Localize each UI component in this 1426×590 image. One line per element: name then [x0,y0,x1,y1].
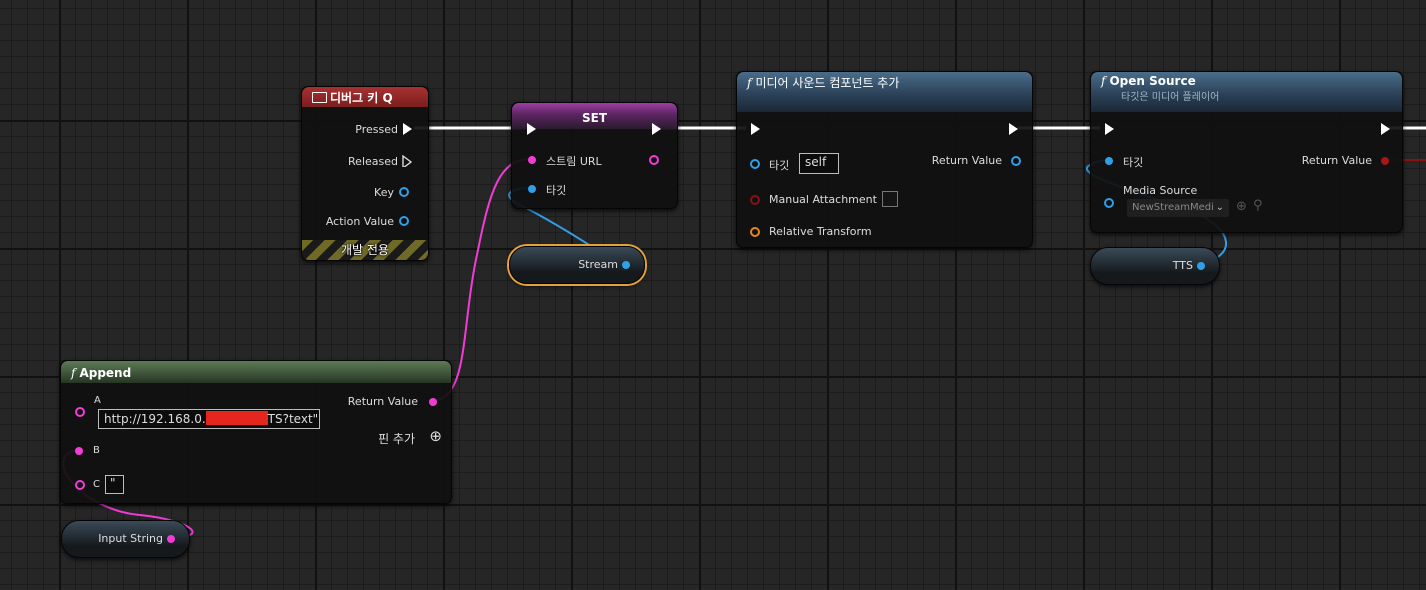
redaction-block [205,411,268,425]
action-value-label: Action Value [325,215,394,228]
pressed-exec-pin[interactable] [403,123,412,135]
add-media-target-pin[interactable] [750,159,760,169]
add-media-return-pin[interactable] [1011,156,1021,166]
relative-transform-label: Relative Transform [769,225,872,238]
append-header[interactable]: f Append [61,361,451,383]
add-media-exec-out-pin[interactable] [1009,123,1018,135]
add-media-target-field[interactable]: self [799,153,839,174]
key-pin[interactable] [399,187,409,197]
open-source-node[interactable]: f Open Source 타깃은 미디어 플레이어 타깃 Return Valu… [1090,71,1403,233]
media-source-pin[interactable] [1104,198,1114,208]
media-source-label: Media Source [1123,184,1198,197]
relative-transform-pin[interactable] [750,227,760,237]
key-label: Key [374,186,394,199]
dev-only-footer: 개발 전용 [302,240,428,260]
debug-key-header[interactable]: 디버그 키 Q [302,87,428,107]
set-target-label: 타깃 [546,184,567,197]
append-c-field[interactable]: " [105,475,124,494]
append-b-label: B [93,445,100,456]
manual-attachment-checkbox[interactable] [882,191,898,207]
set-exec-out-pin[interactable] [652,123,661,135]
add-pin-icon[interactable]: ⊕ [429,427,442,445]
input-string-label: Input String [98,532,163,545]
open-source-title: Open Source [1109,74,1196,88]
open-source-return-label: Return Value [1301,154,1372,167]
action-value-pin[interactable] [399,216,409,226]
search-icon[interactable]: ⚲ [1253,198,1263,213]
append-c-pin[interactable] [75,480,85,490]
append-b-pin[interactable] [75,447,83,455]
add-media-title: 미디어 사운드 컴포넌트 추가 [755,76,900,90]
function-icon: f [71,366,76,380]
manual-attachment-pin[interactable] [750,195,760,205]
set-exec-in-pin[interactable] [527,123,536,135]
open-source-return-pin[interactable] [1381,157,1389,165]
set-title: SET [581,111,608,125]
add-pin-label[interactable]: 핀 추가 [378,430,415,447]
add-media-header[interactable]: f 미디어 사운드 컴포넌트 추가 [737,72,1032,112]
input-string-out-pin[interactable] [167,535,175,543]
keyboard-icon [312,92,327,103]
append-c-label: C [93,479,100,490]
add-media-target-label: 타깃 [769,159,790,172]
released-label: Released [348,155,398,168]
append-return-pin[interactable] [429,398,437,406]
add-media-return-label: Return Value [931,154,1002,167]
set-target-pin[interactable] [528,185,536,193]
stream-variable-node[interactable]: Stream [509,246,645,284]
append-title: Append [79,366,132,380]
open-source-exec-in-pin[interactable] [1105,123,1114,135]
media-source-dropdown[interactable]: NewStreamMedi ⌄ [1127,199,1229,217]
debug-key-title: 디버그 키 Q [330,91,393,105]
pressed-label: Pressed [355,123,398,136]
append-a-value-prefix: http://192.168.0. [104,412,206,426]
append-a-field[interactable]: http://192.168.0. TS?text" [98,409,320,429]
add-media-sound-component-node[interactable]: f 미디어 사운드 컴포넌트 추가 타깃 self Return Value Ma… [736,71,1033,248]
input-string-variable-node[interactable]: Input String [61,520,190,558]
dev-only-label: 개발 전용 [341,243,389,257]
stream-label: Stream [578,258,618,271]
open-source-header[interactable]: f Open Source 타깃은 미디어 플레이어 [1091,72,1402,112]
open-source-subtitle: 타깃은 미디어 플레이어 [1121,92,1220,103]
stream-out-pin[interactable] [622,261,630,269]
manual-attachment-label: Manual Attachment [769,193,877,206]
open-source-target-label: 타깃 [1123,156,1144,169]
stream-url-pin[interactable] [528,156,536,164]
append-a-pin[interactable] [75,407,85,417]
open-source-target-pin[interactable] [1105,157,1113,165]
append-a-label: A [94,395,101,406]
append-return-label: Return Value [347,395,418,408]
debug-key-node[interactable]: 디버그 키 Q Pressed Released Key Action Valu… [301,86,429,261]
stream-url-out-pin[interactable] [649,155,659,165]
append-a-value-suffix: TS?text" [267,412,319,426]
tts-label: TTS [1172,259,1193,272]
open-source-exec-out-pin[interactable] [1381,123,1390,135]
media-source-value: NewStreamMedi [1132,202,1214,213]
stream-url-label: 스트림 URL [546,155,602,168]
use-selected-asset-icon[interactable]: ⊕ [1236,199,1247,214]
released-exec-pin[interactable] [402,155,412,167]
append-node[interactable]: f Append A http://192.168.0. TS?text" Retu… [60,360,452,504]
tts-out-pin[interactable] [1197,262,1205,270]
tts-variable-node[interactable]: TTS [1090,247,1220,285]
function-icon: f [747,76,752,90]
function-icon: f [1101,74,1106,88]
add-media-exec-in-pin[interactable] [751,123,760,135]
chevron-down-icon: ⌄ [1215,202,1224,213]
set-node[interactable]: SET 스트림 URL 타깃 [511,102,678,209]
